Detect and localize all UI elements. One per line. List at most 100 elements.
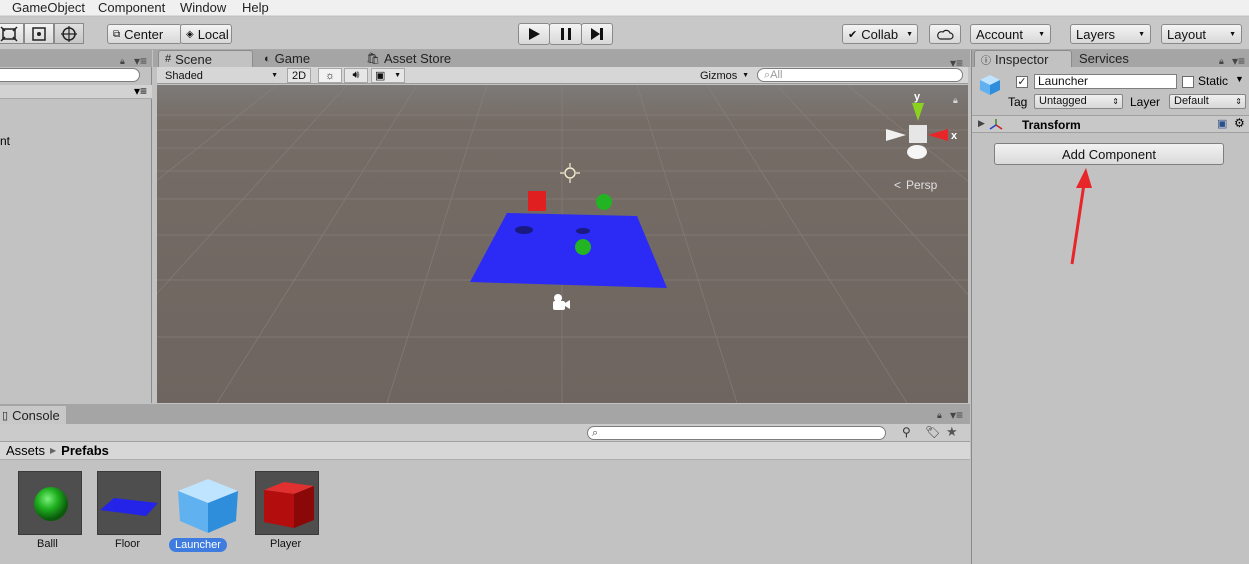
transform-tool-icon[interactable] <box>54 23 84 44</box>
breadcrumb-assets[interactable]: Assets <box>6 443 45 458</box>
hierarchy-scene-row[interactable]: ▾≡ <box>0 84 152 99</box>
panel-menu-icon[interactable]: ▾≡ <box>950 408 963 422</box>
player-thumbnail <box>255 471 319 535</box>
static-label: Static <box>1198 74 1229 88</box>
gizmos-dropdown[interactable]: Gizmos ▼ <box>697 68 752 83</box>
scene-lighting-toggle[interactable]: ☼ <box>318 68 342 83</box>
active-checkbox[interactable]: ✓ <box>1016 76 1028 88</box>
hierarchy-panel <box>0 50 152 403</box>
asset-label: Floor <box>115 538 141 550</box>
persp-label[interactable]: Persp <box>906 178 938 192</box>
chevron-down-icon: ▼ <box>1138 30 1145 38</box>
tab-game[interactable]: ◐ Game <box>258 50 316 67</box>
pivot-local-button[interactable]: ◈ Local <box>180 24 232 44</box>
lock-icon[interactable]: 🔒︎ <box>953 95 958 105</box>
row-menu-icon[interactable]: ▾≡ <box>134 84 147 98</box>
tab-scene-label: Scene <box>175 51 212 67</box>
tab-services-label: Services <box>1079 51 1129 66</box>
scale-tool-icon[interactable] <box>0 23 24 44</box>
tab-services[interactable]: Services <box>1073 50 1135 67</box>
tab-game-label: Game <box>274 51 311 66</box>
object-name-field[interactable]: Launcher <box>1034 74 1177 89</box>
ball-sphere[interactable] <box>575 239 591 255</box>
scene-search-input[interactable]: ⌕All <box>757 68 963 82</box>
gear-icon[interactable]: ⚙ <box>1234 116 1245 130</box>
project-search-input[interactable]: ⌕ <box>587 426 886 440</box>
asset-item-launcher[interactable]: Launcher <box>169 471 255 552</box>
layers-label: Layers <box>1076 26 1116 42</box>
lock-icon[interactable]: 🔒︎ <box>120 56 125 67</box>
help-book-icon[interactable]: ▣ <box>1217 117 1227 130</box>
gizmo-y-label: y <box>914 91 921 103</box>
floor-plane[interactable] <box>470 213 667 288</box>
floor-thumbnail <box>97 471 161 535</box>
menu-gameobject[interactable]: GameObject <box>12 0 85 15</box>
collab-dropdown[interactable]: ✔ Collab ▼ <box>842 24 918 44</box>
player-cube[interactable] <box>528 191 546 211</box>
hierarchy-search-input[interactable] <box>0 68 140 82</box>
console-tabbar <box>0 404 970 424</box>
filter-label-icon[interactable]: 🏷︎ <box>925 425 940 439</box>
tab-scene[interactable]: # Scene <box>158 50 253 67</box>
toggle-2d-label: 2D <box>291 69 307 82</box>
chevron-down-icon: ▼ <box>906 30 914 38</box>
pivot-local-label: Local <box>197 26 229 42</box>
tab-console-label: Console <box>12 407 60 423</box>
account-label: Account <box>976 26 1023 42</box>
static-checkbox[interactable] <box>1182 76 1194 88</box>
cloud-button[interactable] <box>929 24 961 44</box>
breadcrumb-prefabs[interactable]: Prefabs <box>61 443 109 458</box>
hierarchy-item[interactable]: nt <box>0 134 10 148</box>
pivot-center-button[interactable]: ⧉ Center <box>107 24 182 44</box>
lock-icon[interactable]: 🔒︎ <box>937 410 942 421</box>
light-icon[interactable] <box>564 167 576 179</box>
layout-dropdown[interactable]: Layout ▼ <box>1161 24 1242 44</box>
toggle-2d-button[interactable]: 2D <box>287 68 311 83</box>
camera-icon[interactable] <box>553 294 570 310</box>
draw-mode-dropdown[interactable]: Shaded ▼ <box>162 68 281 83</box>
info-icon: ⓘ <box>981 55 991 67</box>
add-component-button[interactable]: Add Component <box>994 143 1224 165</box>
scene-audio-toggle[interactable]: 🔊︎ <box>344 68 368 83</box>
step-button[interactable] <box>581 23 613 45</box>
filter-type-icon[interactable]: ⚲ <box>902 425 911 439</box>
local-cube-icon: ◈ <box>186 28 194 40</box>
chevron-down-icon: ▼ <box>1229 30 1236 38</box>
tab-asset-store[interactable]: 🛍︎ Asset Store <box>360 50 457 67</box>
tab-console[interactable]: ▯ Console <box>0 406 66 424</box>
layer-dropdown[interactable]: Default ⇕ <box>1169 94 1246 109</box>
ball-sphere[interactable] <box>596 194 612 210</box>
layers-dropdown[interactable]: Layers ▼ <box>1070 24 1151 44</box>
chevron-down-icon: ▼ <box>271 72 278 79</box>
account-dropdown[interactable]: Account ▼ <box>970 24 1051 44</box>
rect-tool-icon[interactable] <box>24 23 54 44</box>
menu-help[interactable]: Help <box>242 0 269 15</box>
asset-item-player[interactable]: Player <box>254 471 334 551</box>
panel-menu-icon[interactable]: ▾≡ <box>1232 54 1245 68</box>
tag-dropdown[interactable]: Untagged ⇕ <box>1034 94 1123 109</box>
static-dropdown-icon[interactable]: ▼ <box>1235 74 1244 84</box>
draw-mode-label: Shaded <box>165 69 203 82</box>
asset-label: Balll <box>37 538 58 550</box>
pivot-center-label: Center <box>124 26 164 42</box>
panel-menu-icon[interactable]: ▾≡ <box>134 54 147 68</box>
prefab-cube-icon <box>980 75 1000 95</box>
transform-component-header[interactable]: ▶ Transform ▣ ⚙ <box>972 115 1249 133</box>
scene-effects-dropdown[interactable]: ▣ ▼ <box>371 68 405 83</box>
layer-label: Layer <box>1130 95 1161 109</box>
console-icon: ▯ <box>2 409 9 422</box>
favorite-star-icon[interactable]: ★ <box>946 424 958 440</box>
tab-inspector[interactable]: ⓘ Inspector <box>974 50 1072 67</box>
asset-item-floor[interactable]: Floor <box>96 471 176 551</box>
menu-component[interactable]: Component <box>98 0 165 15</box>
chevron-down-icon: ▼ <box>394 72 401 79</box>
scene-viewport[interactable]: y x 🔒︎ < Persp <box>157 85 968 403</box>
launcher-thumbnail <box>176 471 240 535</box>
lock-icon[interactable]: 🔒︎ <box>1219 56 1224 67</box>
asset-item-balll[interactable]: Balll <box>17 471 97 551</box>
menu-window[interactable]: Window <box>180 0 226 15</box>
play-button[interactable] <box>518 23 550 45</box>
pause-button[interactable] <box>549 23 582 45</box>
speaker-icon: 🔊︎ <box>352 69 360 81</box>
expand-arrow-icon[interactable]: ▶ <box>978 118 985 129</box>
